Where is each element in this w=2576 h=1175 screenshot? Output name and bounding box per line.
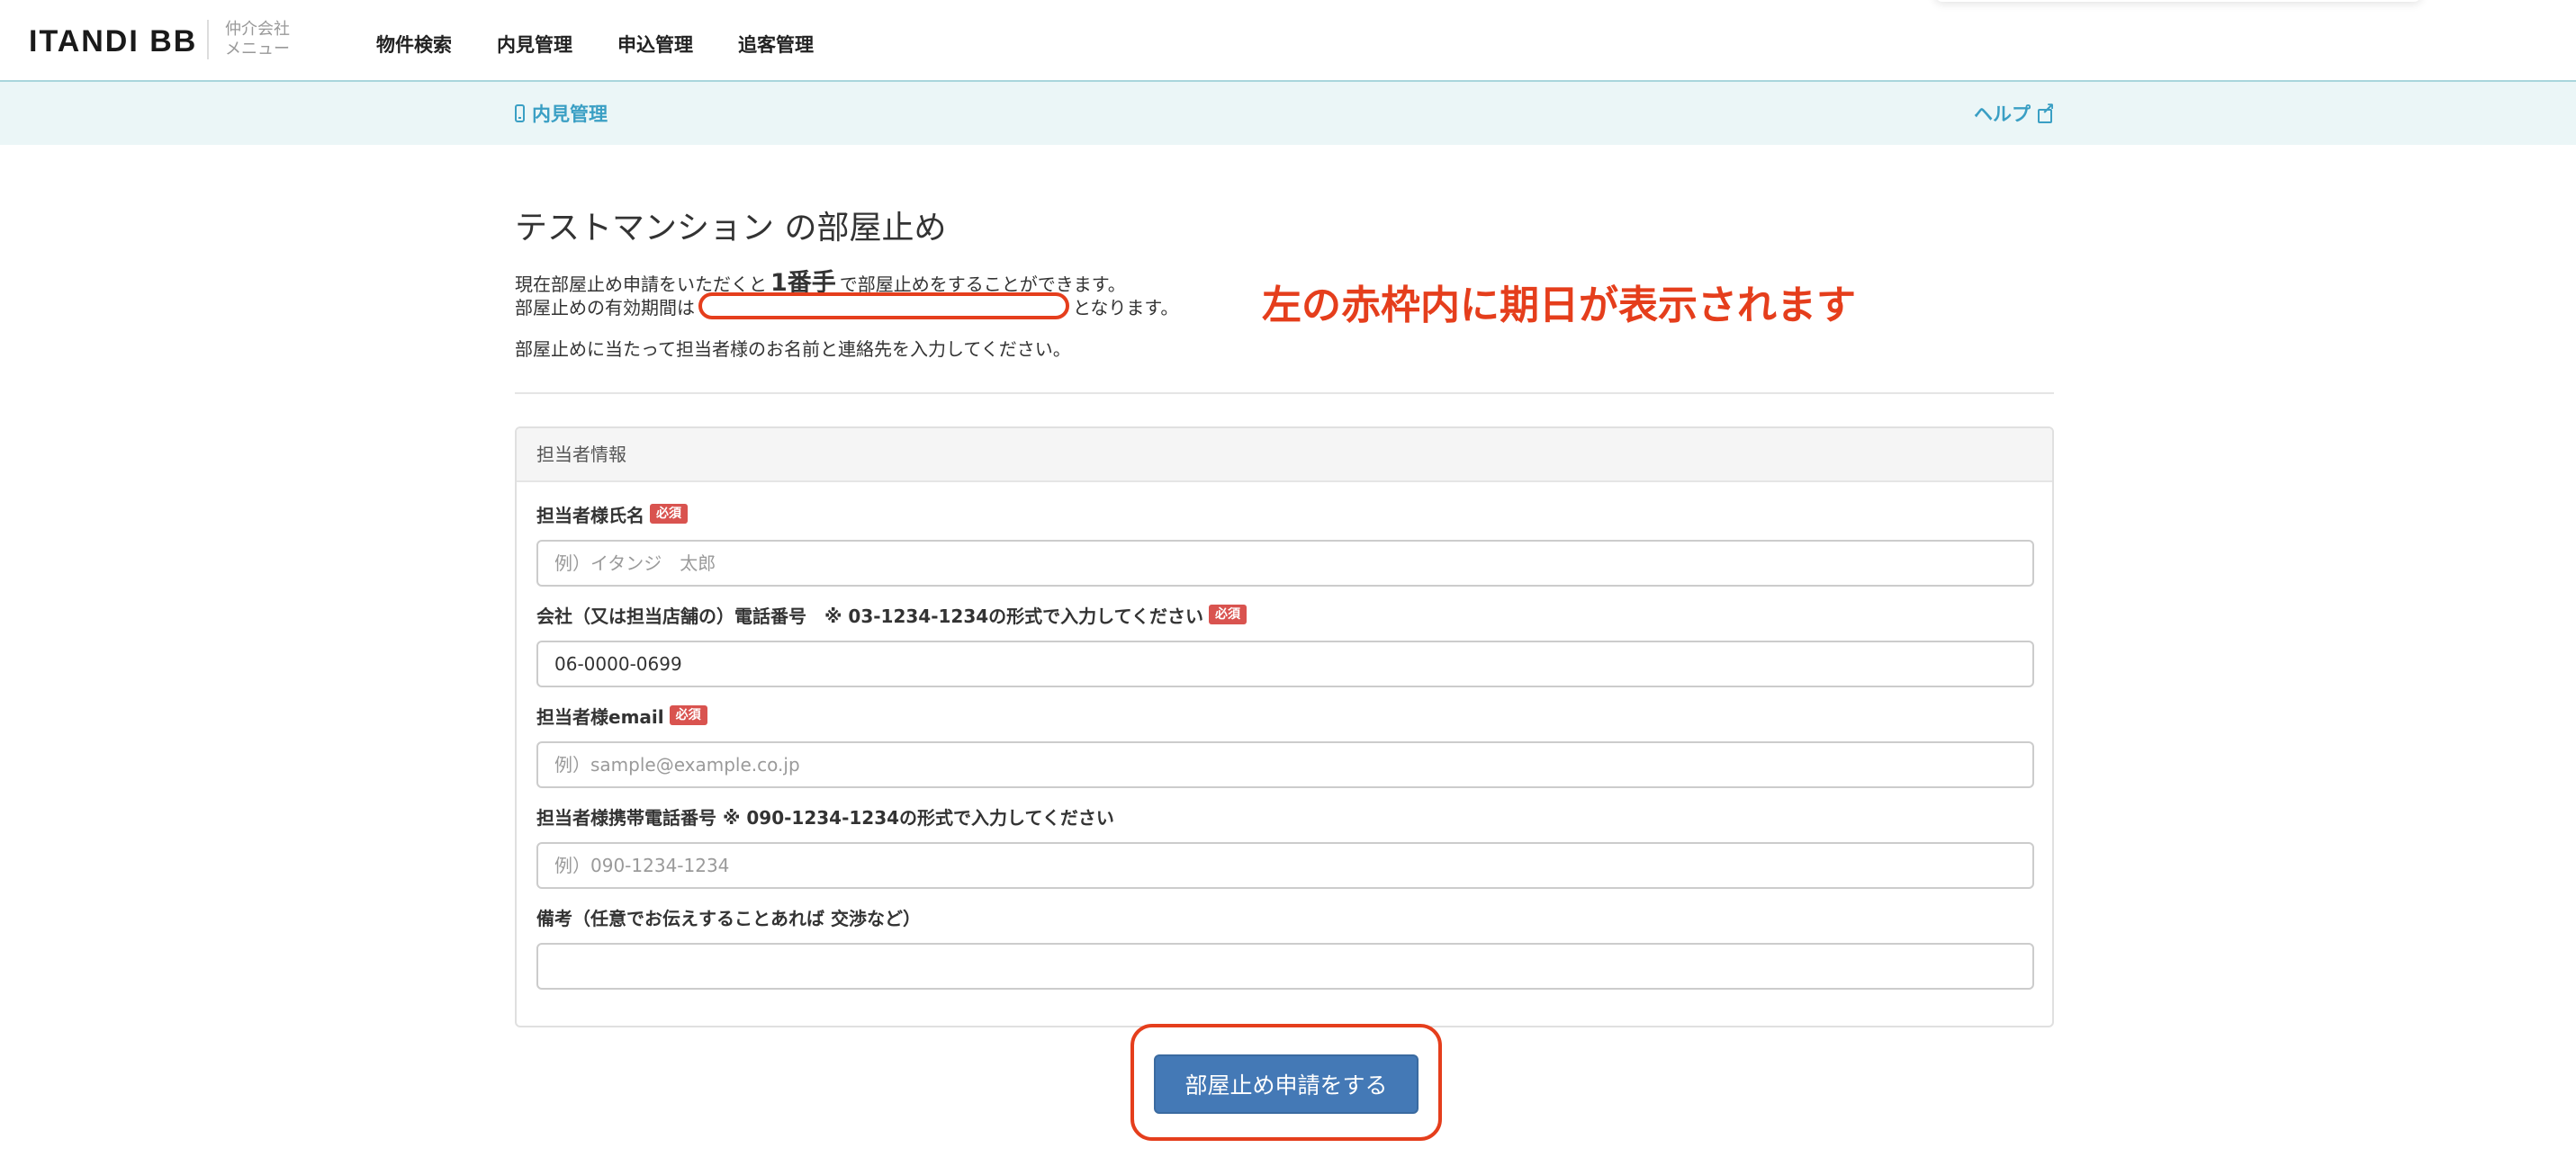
- field-label: 担当者様氏名 必須: [536, 500, 2034, 527]
- nav-property-search[interactable]: 物件検索: [376, 31, 452, 58]
- breadcrumb-bar: 内見管理 ヘルプ: [0, 82, 2576, 145]
- dropdown-edge: [1935, 0, 2421, 2]
- field-label-text: 担当者様氏名: [536, 504, 644, 526]
- email-input[interactable]: [536, 741, 2034, 788]
- phone-icon: [515, 104, 525, 122]
- external-link-icon: [2038, 100, 2055, 123]
- field-label: 会社（又は担当店舗の）電話番号 ※ 03-1234-1234の形式で入力してくだ…: [536, 601, 2034, 628]
- submit-room-hold-button[interactable]: 部屋止め申請をする: [1154, 1054, 1419, 1114]
- field-email: 担当者様email 必須: [536, 702, 2034, 788]
- divider: [515, 392, 2054, 394]
- required-badge: 必須: [1208, 605, 1247, 624]
- menu-label-line1: 仲介会社: [225, 20, 290, 39]
- field-label: 担当者様携帯電話番号 ※ 090-1234-1234の形式で入力してください: [536, 803, 2034, 830]
- breadcrumb[interactable]: 内見管理: [515, 100, 608, 127]
- field-remarks: 備考（任意でお伝えすることあれば 交渉など）: [536, 903, 2034, 990]
- field-label-text: 備考（任意でお伝えすることあれば 交渉など）: [536, 907, 921, 929]
- logo[interactable]: ITANDI BB: [29, 24, 197, 59]
- menu-label: 仲介会社 メニュー: [225, 20, 290, 59]
- field-name: 担当者様氏名 必須: [536, 500, 2034, 587]
- contact-info-panel: 担当者情報 担当者様氏名 必須 会社（又は担当店舗の）電話番号 ※ 03-123…: [515, 426, 2054, 1027]
- field-label-text: 会社（又は担当店舗の）電話番号 ※ 03-1234-1234の形式で入力してくだ…: [536, 605, 1203, 627]
- required-badge: 必須: [650, 504, 688, 524]
- top-navbar: ITANDI BB 仲介会社 メニュー 物件検索 内見管理 申込管理 追客管理: [0, 0, 2576, 82]
- name-input[interactable]: [536, 540, 2034, 587]
- intro-line-2-before: 部屋止めの有効期間は: [515, 296, 695, 318]
- field-label-text: 担当者様email: [536, 705, 664, 728]
- help-label: ヘルプ: [1974, 103, 2031, 125]
- menu-label-line2: メニュー: [225, 40, 290, 58]
- breadcrumb-label: 内見管理: [532, 103, 608, 125]
- intro-line-2: 部屋止めの有効期間は となります。: [515, 292, 1178, 319]
- nav-customer-followup[interactable]: 追客管理: [738, 31, 814, 58]
- field-label: 担当者様email 必須: [536, 702, 2034, 729]
- field-company-phone: 会社（又は担当店舗の）電話番号 ※ 03-1234-1234の形式で入力してくだ…: [536, 601, 2034, 687]
- main-nav: 物件検索 内見管理 申込管理 追客管理: [376, 31, 814, 58]
- required-badge: 必須: [669, 705, 707, 725]
- field-label: 備考（任意でお伝えすることあれば 交渉など）: [536, 903, 2034, 930]
- mobile-phone-input[interactable]: [536, 842, 2034, 889]
- remarks-input[interactable]: [536, 943, 2034, 990]
- nav-viewing-management[interactable]: 内見管理: [497, 31, 572, 58]
- page-title: テストマンション の部屋止め: [515, 210, 947, 247]
- intro-line-2-after: となります。: [1073, 296, 1179, 318]
- annotation-text: 左の赤枠内に期日が表示されます: [1262, 283, 1856, 328]
- field-label-text: 担当者様携帯電話番号 ※ 090-1234-1234の形式で入力してください: [536, 806, 1114, 829]
- company-phone-input[interactable]: [536, 641, 2034, 687]
- field-mobile-phone: 担当者様携帯電話番号 ※ 090-1234-1234の形式で入力してください: [536, 803, 2034, 889]
- nav-application-management[interactable]: 申込管理: [617, 31, 693, 58]
- panel-heading: 担当者情報: [517, 428, 2052, 482]
- help-link[interactable]: ヘルプ: [1974, 100, 2055, 127]
- intro-line-3: 部屋止めに当たって担当者様のお名前と連絡先を入力してください。: [515, 338, 1071, 360]
- validity-period-highlight: [698, 292, 1069, 319]
- logo-divider: [207, 20, 209, 59]
